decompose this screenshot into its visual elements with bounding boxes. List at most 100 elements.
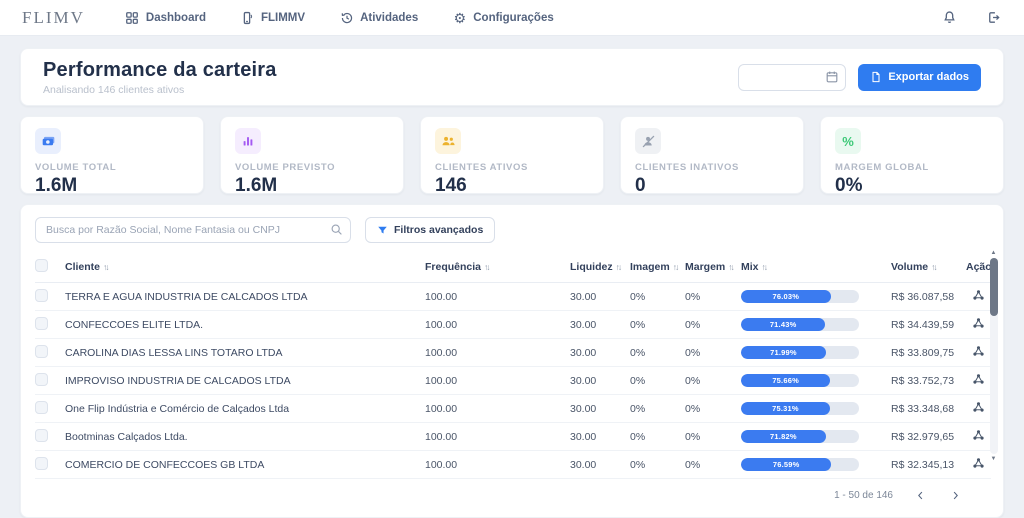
- mix-bar-fill: 71.99%: [741, 346, 826, 359]
- share-nodes-icon[interactable]: [972, 457, 985, 470]
- mix-bar-label: 71.99%: [770, 348, 797, 357]
- col-header-liquidez[interactable]: Liquidez↑↓: [570, 253, 630, 283]
- mix-bar-label: 71.82%: [770, 432, 797, 441]
- search-input[interactable]: [35, 217, 351, 243]
- nav-item-configuracoes[interactable]: ⚙ Configurações: [452, 10, 554, 25]
- mix-bar-label: 75.31%: [772, 404, 799, 413]
- frequencia-value: 100.00: [425, 423, 570, 451]
- bell-icon[interactable]: [940, 9, 958, 27]
- advanced-filters-button[interactable]: Filtros avançados: [365, 217, 495, 243]
- user-slash-icon: [635, 128, 661, 154]
- clients-table: Cliente↑↓ Frequência↑↓ Liquidez↑↓ Imagem…: [35, 253, 991, 479]
- users-icon: [435, 128, 461, 154]
- row-checkbox[interactable]: [35, 317, 48, 330]
- share-nodes-icon[interactable]: [972, 401, 985, 414]
- client-name: CAROLINA DIAS LESSA LINS TOTARO LTDA: [65, 339, 425, 367]
- table-row: Bootminas Calçados Ltda. 100.00 30.00 0%…: [35, 423, 991, 451]
- col-header-imagem[interactable]: Imagem↑↓: [630, 253, 685, 283]
- volume-value: R$ 33.348,68: [891, 395, 966, 423]
- client-name: Bootminas Calçados Ltda.: [65, 423, 425, 451]
- volume-value: R$ 32.979,65: [891, 423, 966, 451]
- sort-icon[interactable]: ↑↓: [616, 262, 621, 272]
- select-all-checkbox[interactable]: [35, 259, 48, 272]
- sort-icon[interactable]: ↑↓: [728, 262, 733, 272]
- table-row: CAROLINA DIAS LESSA LINS TOTARO LTDA 100…: [35, 339, 991, 367]
- filter-funnel-icon: [377, 225, 388, 236]
- scroll-down-arrow[interactable]: ▼: [991, 455, 997, 463]
- col-header-cliente[interactable]: Cliente↑↓: [65, 253, 425, 283]
- sort-icon[interactable]: ↑↓: [762, 262, 767, 272]
- nav-item-atividades[interactable]: Atividades: [339, 10, 418, 25]
- client-name: COMERCIO DE CONFECCOES GB LTDA: [65, 451, 425, 479]
- scrollbar-thumb[interactable]: [990, 258, 998, 316]
- mix-progress-bar: 75.66%: [741, 374, 859, 387]
- row-checkbox[interactable]: [35, 401, 48, 414]
- row-checkbox[interactable]: [35, 373, 48, 386]
- liquidez-value: 30.00: [570, 395, 630, 423]
- mix-progress-bar: 76.03%: [741, 290, 859, 303]
- share-nodes-icon[interactable]: [972, 345, 985, 358]
- table-row: TERRA E AGUA INDUSTRIA DE CALCADOS LTDA …: [35, 283, 991, 311]
- sort-icon[interactable]: ↑↓: [484, 262, 489, 272]
- table-body: TERRA E AGUA INDUSTRIA DE CALCADOS LTDA …: [35, 283, 991, 479]
- pagination-range-label: 1 - 50 de 146: [834, 490, 893, 501]
- table-row: CONFECCOES ELITE LTDA. 100.00 30.00 0% 0…: [35, 311, 991, 339]
- margem-value: 0%: [685, 367, 741, 395]
- sort-icon[interactable]: ↑↓: [103, 262, 108, 272]
- app-logo[interactable]: FLIMV: [22, 8, 85, 28]
- share-nodes-icon[interactable]: [972, 373, 985, 386]
- gear-icon: ⚙: [452, 10, 467, 25]
- row-checkbox[interactable]: [35, 289, 48, 302]
- col-header-frequencia[interactable]: Frequência↑↓: [425, 253, 570, 283]
- page-header: Performance da carteira Analisando 146 c…: [20, 48, 1004, 106]
- search-icon: [330, 223, 343, 241]
- frequencia-value: 100.00: [425, 311, 570, 339]
- main-content: Performance da carteira Analisando 146 c…: [0, 36, 1024, 518]
- liquidez-value: 30.00: [570, 367, 630, 395]
- col-header-volume[interactable]: Volume↑↓: [891, 253, 966, 283]
- imagem-value: 0%: [630, 395, 685, 423]
- imagem-value: 0%: [630, 367, 685, 395]
- client-name: CONFECCOES ELITE LTDA.: [65, 311, 425, 339]
- client-name: One Flip Indústria e Comércio de Calçado…: [65, 395, 425, 423]
- clients-table-card: Filtros avançados Cliente↑↓ Frequência↑↓…: [20, 204, 1004, 518]
- mix-progress-bar: 71.82%: [741, 430, 859, 443]
- table-row: One Flip Indústria e Comércio de Calçado…: [35, 395, 991, 423]
- export-button[interactable]: Exportar dados: [858, 64, 981, 91]
- logout-icon[interactable]: [984, 9, 1002, 27]
- scrollbar-track[interactable]: [990, 258, 998, 454]
- nav-item-flimmv[interactable]: FLIMMV: [240, 10, 305, 25]
- sort-icon[interactable]: ↑↓: [931, 262, 936, 272]
- stat-value: 1.6M: [35, 175, 189, 197]
- mix-bar-fill: 71.82%: [741, 430, 826, 443]
- filters-button-label: Filtros avançados: [394, 224, 483, 236]
- col-header-mix[interactable]: Mix↑↓: [741, 253, 891, 283]
- row-checkbox[interactable]: [35, 345, 48, 358]
- nav-label: FLIMMV: [261, 12, 305, 24]
- table-toolbar: Filtros avançados: [35, 217, 989, 243]
- table-scrollbar[interactable]: ▲ ▼: [989, 249, 998, 463]
- scroll-up-arrow[interactable]: ▲: [991, 249, 997, 257]
- margem-value: 0%: [685, 311, 741, 339]
- stat-label: CLIENTES ATIVOS: [435, 162, 589, 173]
- export-file-icon: [870, 71, 882, 83]
- liquidez-value: 30.00: [570, 423, 630, 451]
- prev-page-button[interactable]: [913, 488, 928, 503]
- table-row: COMERCIO DE CONFECCOES GB LTDA 100.00 30…: [35, 451, 991, 479]
- share-nodes-icon[interactable]: [972, 317, 985, 330]
- nav-actions: [940, 9, 1002, 27]
- share-nodes-icon[interactable]: [972, 289, 985, 302]
- top-nav: FLIMV Dashboard FLIMMV Atividades ⚙ Conf…: [0, 0, 1024, 36]
- row-checkbox[interactable]: [35, 457, 48, 470]
- col-header-margem[interactable]: Margem↑↓: [685, 253, 741, 283]
- share-nodes-icon[interactable]: [972, 429, 985, 442]
- liquidez-value: 30.00: [570, 339, 630, 367]
- imagem-value: 0%: [630, 451, 685, 479]
- imagem-value: 0%: [630, 283, 685, 311]
- row-checkbox[interactable]: [35, 429, 48, 442]
- sort-icon[interactable]: ↑↓: [673, 262, 678, 272]
- percent-icon: %: [835, 128, 861, 154]
- next-page-button[interactable]: [948, 488, 963, 503]
- mix-progress-bar: 71.43%: [741, 318, 859, 331]
- nav-item-dashboard[interactable]: Dashboard: [125, 10, 206, 25]
